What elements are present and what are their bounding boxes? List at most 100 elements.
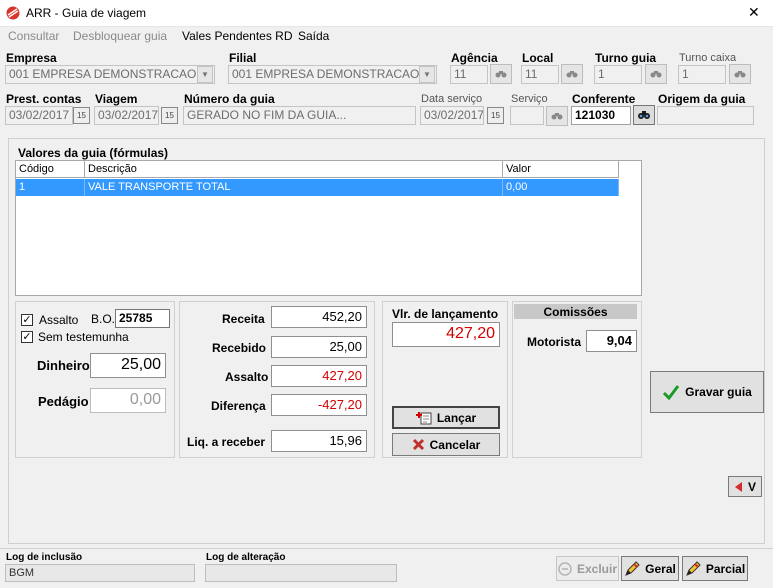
parcial-label: Parcial: [705, 561, 746, 576]
chevron-down-icon[interactable]: ▼: [419, 66, 435, 83]
local-field[interactable]: 11: [521, 65, 559, 84]
cell-codigo: 1: [16, 179, 85, 196]
cancelar-button[interactable]: Cancelar: [392, 433, 500, 456]
liq-receber-label: Liq. a receber: [187, 435, 266, 449]
liq-receber-field[interactable]: 15,96: [271, 430, 367, 452]
recebido-label: Recebido: [212, 341, 267, 355]
turno-caixa-label: Turno caixa: [679, 52, 737, 64]
excluir-label: Excluir: [576, 561, 618, 576]
vlr-lancamento-label: Vlr. de lançamento: [392, 307, 499, 321]
data-servico-label: Data serviço: [421, 93, 483, 105]
add-document-icon: [415, 411, 432, 424]
filial-select[interactable]: 001 EMPRESA DEMONSTRACAO.: [228, 65, 437, 84]
cancelar-label: Cancelar: [429, 437, 481, 452]
geral-label: Geral: [645, 561, 676, 576]
receita-field[interactable]: 452,20: [271, 306, 367, 328]
turno-guia-field[interactable]: 1: [594, 65, 642, 84]
servico-label: Serviço: [511, 93, 548, 105]
v-button[interactable]: V: [728, 476, 762, 497]
calendar-icon[interactable]: 15: [161, 107, 178, 124]
valores-title: Valores da guia (fórmulas): [18, 146, 169, 160]
turno-caixa-field[interactable]: 1: [678, 65, 726, 84]
binoculars-icon[interactable]: [729, 64, 751, 84]
menu-saida[interactable]: Saída: [298, 29, 329, 43]
log-alteracao-field: [205, 564, 397, 582]
assalto-checkbox[interactable]: ✓: [21, 314, 33, 326]
edit-pen-icon: [685, 560, 701, 576]
lancar-button[interactable]: Lançar: [392, 406, 500, 429]
chevron-down-icon[interactable]: ▼: [197, 66, 213, 83]
origem-guia-field[interactable]: [657, 106, 754, 125]
checkmark-icon: [663, 385, 680, 400]
edit-pen-icon: [625, 560, 640, 576]
cell-descricao: VALE TRANSPORTE TOTAL: [85, 179, 503, 196]
bo-label: B.O.: [91, 312, 116, 326]
turno-guia-label: Turno guia: [595, 51, 657, 65]
empresa-label: Empresa: [6, 51, 57, 65]
log-inclusao-field: BGM: [5, 564, 195, 582]
gravar-guia-button[interactable]: Gravar guia: [650, 371, 764, 413]
arrow-left-icon: [734, 481, 742, 492]
parcial-button[interactable]: Parcial: [682, 556, 748, 581]
footer-divider: [0, 548, 773, 549]
data-servico-field[interactable]: 03/02/2017: [420, 106, 484, 125]
conferente-label: Conferente: [572, 92, 636, 106]
filial-label: Filial: [229, 51, 257, 65]
comissoes-title: Comissões: [514, 304, 637, 319]
col-header-codigo[interactable]: Código: [16, 161, 85, 178]
excluir-button[interactable]: Excluir: [556, 556, 619, 581]
viagem-label: Viagem: [95, 92, 138, 106]
assalto-total-field[interactable]: 427,20: [271, 365, 367, 387]
gravar-guia-label: Gravar guia: [685, 385, 752, 399]
menu-desbloquear-guia[interactable]: Desbloquear guia: [73, 29, 167, 43]
prest-contas-field[interactable]: 03/02/2017: [5, 106, 73, 125]
assalto-total-label: Assalto: [225, 370, 269, 384]
col-header-descricao[interactable]: Descrição: [85, 161, 503, 178]
binoculars-icon[interactable]: [490, 64, 512, 84]
comissoes-panel: [512, 301, 642, 458]
empresa-select[interactable]: 001 EMPRESA DEMONSTRACAO.: [5, 65, 215, 84]
col-header-valor[interactable]: Valor: [503, 161, 619, 178]
recebido-field[interactable]: 25,00: [271, 336, 367, 358]
menu-vales-pendentes-rd[interactable]: Vales Pendentes RD: [182, 29, 293, 43]
binoculars-icon[interactable]: [645, 64, 667, 84]
calendar-icon[interactable]: 15: [73, 107, 90, 124]
valores-grid[interactable]: Código Descrição Valor 1 VALE TRANSPORTE…: [15, 160, 642, 296]
calendar-icon[interactable]: 15: [487, 107, 504, 124]
window-title: ARR - Guia de viagem: [26, 6, 147, 20]
pedagio-field[interactable]: 0,00: [90, 388, 166, 413]
menu-bar: Consultar Desbloquear guia Vales Pendent…: [0, 27, 773, 46]
table-row[interactable]: 1 VALE TRANSPORTE TOTAL 0,00: [16, 179, 619, 196]
sem-testemunha-checkbox[interactable]: ✓: [21, 331, 33, 343]
diferenca-field[interactable]: -427,20: [271, 394, 367, 416]
geral-button[interactable]: Geral: [621, 556, 679, 581]
diferenca-label: Diferença: [211, 399, 266, 413]
agencia-field[interactable]: 11: [450, 65, 488, 84]
numero-guia-field[interactable]: GERADO NO FIM DA GUIA...: [183, 106, 416, 125]
viagem-field[interactable]: 03/02/2017: [94, 106, 159, 125]
binoculars-icon[interactable]: [633, 105, 655, 125]
conferente-field[interactable]: 121030: [571, 106, 631, 125]
numero-guia-label: Número da guia: [184, 92, 275, 106]
binoculars-icon[interactable]: [561, 64, 583, 84]
title-bar: ARR - Guia de viagem ✕: [0, 0, 773, 27]
grid-header: Código Descrição Valor: [16, 161, 619, 178]
dinheiro-field[interactable]: 25,00: [90, 353, 166, 378]
menu-consultar[interactable]: Consultar: [8, 29, 59, 43]
close-icon[interactable]: ✕: [748, 4, 760, 21]
log-inclusao-label: Log de inclusão: [6, 552, 83, 563]
motorista-label: Motorista: [527, 335, 581, 349]
servico-field[interactable]: [510, 106, 544, 125]
local-label: Local: [522, 51, 554, 65]
binoculars-icon[interactable]: [546, 106, 568, 126]
bo-field[interactable]: 25785: [115, 309, 170, 328]
log-alteracao-label: Log de alteração: [206, 552, 286, 563]
v-label: V: [747, 479, 756, 494]
sem-testemunha-label: Sem testemunha: [38, 330, 129, 344]
receita-label: Receita: [222, 312, 265, 326]
vlr-lancamento-field[interactable]: 427,20: [392, 322, 500, 347]
assalto-label: Assalto: [39, 313, 79, 327]
cancel-x-icon: [412, 438, 424, 451]
lancar-label: Lançar: [436, 410, 477, 425]
motorista-field[interactable]: 9,04: [586, 330, 637, 352]
